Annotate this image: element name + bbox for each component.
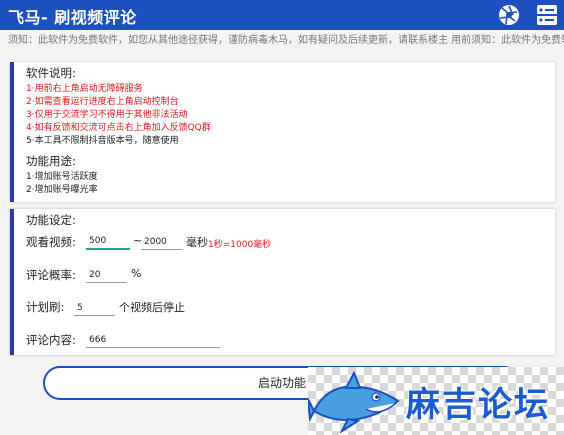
plan-suffix: 个视频后停止 <box>119 301 185 314</box>
app-bar: 飞马- 刷视频评论 <box>0 0 564 30</box>
notice-text: 须知：此软件为免费软件，如您从其他途径获得，谨防病毒木马，如有疑问及后续更新，请… <box>8 35 564 46</box>
info-item: 2·如需查看运行进度右上角启动控制台 <box>26 97 179 107</box>
settings-card: 功能设定: 观看视频: ~ 毫秒 1秒=1000毫秒 评论概率: % 计划刷: … <box>10 209 555 355</box>
rate-unit: % <box>131 267 142 280</box>
info-note: 5·本工具不限制抖音版本号，随意使用 <box>26 136 179 146</box>
plan-label: 计划刷: <box>26 300 65 314</box>
rate-input[interactable] <box>86 267 127 283</box>
usage-item: 2·增加账号曝光率 <box>26 185 98 195</box>
aperture-icon[interactable] <box>497 3 521 27</box>
notice-marquee: 须知：此软件为免费软件，如您从其他途径获得，谨防病毒木马，如有疑问及后续更新，请… <box>0 32 564 50</box>
info-title: 软件说明: <box>26 66 76 80</box>
shark-mascot <box>308 371 400 433</box>
info-item: 3·仅用于交流学习不得用于其他非法活动 <box>26 110 188 120</box>
info-item: 1·用前右上角启动无障碍服务 <box>26 84 143 94</box>
content-label: 评论内容: <box>26 333 76 347</box>
content-input[interactable] <box>86 332 220 348</box>
usage-title: 功能用途: <box>26 154 76 168</box>
app-title: 飞马- 刷视频评论 <box>8 8 137 27</box>
watch-label: 观看视频: <box>26 235 76 249</box>
settings-title: 功能设定: <box>26 213 76 227</box>
watch-unit: 毫秒 <box>186 236 208 249</box>
console-icon[interactable] <box>535 3 559 27</box>
watermark: 麻吉论坛 <box>308 367 564 435</box>
usage-item: 1·增加账号活跃度 <box>26 172 98 182</box>
watermark-text: 麻吉论坛 <box>406 385 550 425</box>
watch-hint: 1秒=1000毫秒 <box>208 240 272 250</box>
info-card: 软件说明: 1·用前右上角启动无障碍服务 2·如需查看运行进度右上角启动控制台 … <box>10 62 555 202</box>
watch-min-input[interactable] <box>86 234 130 250</box>
plan-input[interactable] <box>74 300 115 316</box>
watch-max-input[interactable] <box>141 234 182 250</box>
info-item: 4·如有反馈和交流可点击右上角加入反馈QQ群 <box>26 123 211 133</box>
rate-label: 评论概率: <box>26 268 76 282</box>
